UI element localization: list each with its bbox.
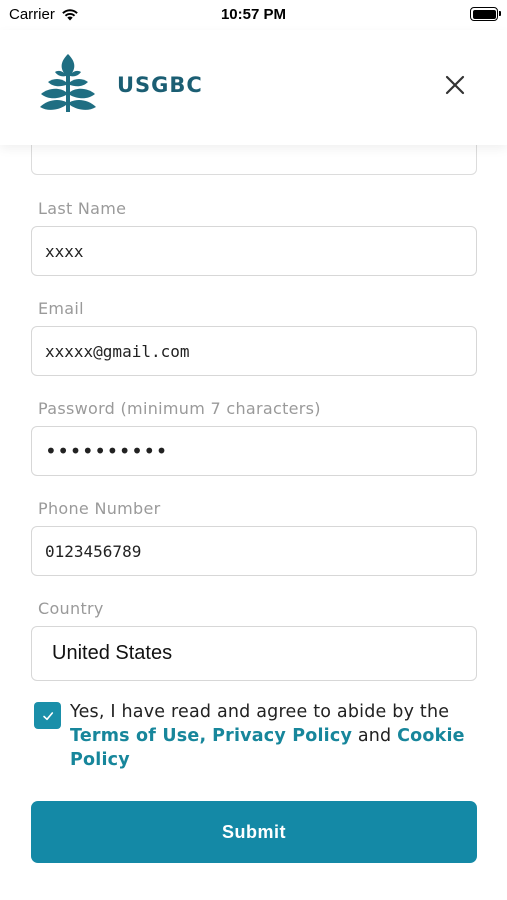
country-select[interactable]: United States bbox=[31, 626, 477, 681]
terms-of-use-link[interactable]: Terms of Use, bbox=[70, 726, 206, 746]
privacy-policy-link[interactable]: Privacy Policy bbox=[212, 726, 352, 746]
password-field[interactable]: •••••••••• bbox=[31, 426, 477, 476]
signup-form: Last Name xxxx Email xxxxx@gmail.com Pas… bbox=[0, 123, 507, 900]
status-time: 10:57 PM bbox=[220, 6, 287, 23]
phone-field[interactable]: 0123456789 bbox=[31, 526, 477, 576]
submit-button[interactable]: Submit bbox=[31, 801, 477, 863]
checkmark-icon bbox=[42, 711, 53, 720]
country-label: Country bbox=[38, 599, 104, 618]
agreement-checkbox[interactable] bbox=[34, 702, 61, 729]
app-header: USGBC bbox=[0, 30, 507, 145]
close-button[interactable] bbox=[440, 70, 470, 100]
last-name-label: Last Name bbox=[38, 199, 127, 218]
status-bar: Carrier 10:57 PM bbox=[0, 0, 507, 30]
email-label: Email bbox=[38, 299, 84, 318]
battery-icon bbox=[470, 7, 501, 21]
agreement-intro: Yes, I have read and agree to abide by t… bbox=[70, 702, 450, 722]
close-icon bbox=[445, 75, 465, 95]
brand-name: USGBC bbox=[117, 73, 203, 97]
agreement-and: and bbox=[352, 726, 398, 746]
password-label: Password (minimum 7 characters) bbox=[38, 399, 321, 418]
last-name-field[interactable]: xxxx bbox=[31, 226, 477, 276]
usgbc-leaf-logo-icon bbox=[40, 54, 96, 112]
phone-label: Phone Number bbox=[38, 499, 161, 518]
agreement-text: Yes, I have read and agree to abide by t… bbox=[70, 700, 470, 772]
email-field[interactable]: xxxxx@gmail.com bbox=[31, 326, 477, 376]
